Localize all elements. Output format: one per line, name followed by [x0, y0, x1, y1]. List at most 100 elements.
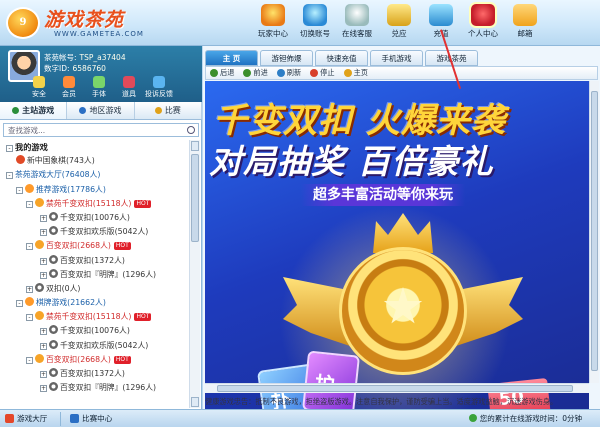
scroll-thumb[interactable]	[591, 91, 598, 371]
tab-mobile-games[interactable]: 手机游戏	[370, 50, 423, 66]
personal-center-button[interactable]: 个人中心	[462, 2, 504, 44]
scroll-thumb[interactable]	[191, 154, 199, 242]
tree-item[interactable]: + 百变双扣『明牌』(1296人)	[0, 268, 188, 282]
mail-icon	[513, 4, 537, 26]
online-status-icon	[468, 414, 477, 422]
collapse-toggle-icon[interactable]: -	[26, 200, 33, 208]
tree-item[interactable]: + 百变双扣(1372人)	[0, 254, 188, 268]
back-icon	[210, 69, 218, 77]
tree-item-label: 禁苑千变双扣(15118人)	[46, 312, 132, 322]
collapse-toggle-icon[interactable]: -	[6, 172, 13, 180]
tool-label: 玩家中心	[258, 29, 288, 38]
status-bar: 游戏大厅 比赛中心 您的累计在线游戏时间：0分钟	[0, 409, 600, 427]
expand-toggle-icon[interactable]: +	[40, 257, 47, 265]
tree-item[interactable]: - 百变双扣(2668人) HOT	[0, 353, 188, 367]
feedback-label: 投诉反馈	[145, 90, 173, 98]
recharge-button[interactable]: 充值	[420, 2, 462, 44]
promo-banner[interactable]: 千变双扣 火爆来袭 对局抽奖 百倍豪礼 超多丰富活动等你来玩 扑 护 50	[205, 81, 589, 427]
tree-scrollbar[interactable]	[189, 140, 200, 408]
tree-item[interactable]: + 双扣(0人)	[0, 282, 188, 296]
mail-button[interactable]: 邮箱	[504, 2, 546, 44]
tree-item[interactable]: + 千变双扣欢乐版(5042人)	[0, 225, 188, 239]
tab-region-games[interactable]: 地区游戏	[67, 102, 135, 119]
expand-toggle-icon[interactable]: +	[40, 328, 47, 336]
game-icon	[35, 353, 44, 363]
title-bar: 9 游戏茶苑 WWW.GAMETEA.COM 玩家中心 切换账号 在线客服 兑应…	[0, 0, 600, 46]
match-center-label: 比赛中心	[82, 414, 113, 423]
expand-toggle-icon[interactable]: +	[40, 371, 47, 378]
content-hscrollbar[interactable]	[205, 383, 589, 393]
tree-item[interactable]: - 我的游戏	[0, 140, 188, 154]
member-button[interactable]: 会员	[54, 76, 84, 99]
game-icon	[49, 325, 58, 335]
game-icon	[49, 339, 58, 349]
game-icon	[35, 197, 44, 207]
player-center-button[interactable]: 玩家中心	[252, 2, 294, 44]
tree-item[interactable]: - 禁苑千变双扣(15118人) HOT	[0, 197, 188, 211]
tab-game-news[interactable]: 游钽佈爆	[260, 50, 313, 66]
phone-label: 手体	[92, 90, 106, 98]
tree-item[interactable]: + 百变双扣『明牌』(1296人)	[0, 381, 188, 395]
tree-item[interactable]: - 百变双扣(2668人) HOT	[0, 239, 188, 253]
tree-item[interactable]: - 棋牌游戏(21662人)	[0, 296, 188, 310]
expand-toggle-icon[interactable]: +	[40, 229, 47, 237]
forward-button[interactable]: 前进	[243, 68, 268, 78]
expand-toggle-icon[interactable]: +	[40, 214, 47, 222]
logo-url: WWW.GAMETEA.COM	[54, 30, 144, 38]
banner-subheadline: 对局抽奖 百倍豪礼	[209, 142, 494, 181]
tree-item[interactable]: - 茶苑游戏大厅(76408人)	[0, 168, 188, 182]
tool-label: 在线客服	[342, 29, 372, 38]
browser-panel: 主 页 游钽佈爆 快速充值 手机游戏 游戏茶苑 后退 前进 刷新 停止 主页 千…	[203, 46, 600, 427]
tree-item[interactable]: 新中国象棋(743人)	[0, 154, 188, 168]
collapse-toggle-icon[interactable]: -	[6, 145, 13, 152]
collapse-toggle-icon[interactable]: -	[26, 314, 33, 322]
tree-item[interactable]: + 千变双扣欢乐版(5042人)	[0, 339, 188, 353]
expand-toggle-icon[interactable]: +	[40, 271, 47, 279]
game-hall-button[interactable]: 游戏大厅	[3, 412, 47, 426]
scroll-down-arrow[interactable]	[191, 397, 199, 407]
tree-item[interactable]: - 推荐游戏(17786人)	[0, 183, 188, 197]
expand-toggle-icon[interactable]: +	[40, 342, 47, 350]
game-icon	[49, 226, 58, 236]
expand-toggle-icon[interactable]: +	[40, 385, 47, 393]
game-icon	[35, 240, 44, 250]
stop-button[interactable]: 停止	[310, 68, 335, 78]
refresh-icon	[276, 69, 285, 77]
refresh-button[interactable]: 刷新	[276, 68, 301, 78]
safe-button[interactable]: 安全	[24, 76, 54, 99]
tree-item[interactable]: + 千变双扣(10076人)	[0, 211, 188, 225]
tab-home[interactable]: 主 页	[205, 50, 258, 66]
tree-item[interactable]: + 百变双扣(1372人)	[0, 367, 188, 381]
online-time: 您的累计在线游戏时间：0分钟	[468, 413, 582, 424]
tab-main-games[interactable]: 主站游戏	[0, 102, 68, 119]
game-search-input[interactable]: 查找游戏...	[3, 123, 199, 137]
collapse-toggle-icon[interactable]: -	[26, 243, 33, 251]
tab-match[interactable]: 比赛	[135, 102, 202, 119]
online-service-button[interactable]: 在线客服	[336, 2, 378, 44]
status-divider	[60, 412, 61, 426]
phone-button[interactable]: 手体	[84, 76, 114, 99]
exchange-button[interactable]: 兑应	[378, 2, 420, 44]
home-button[interactable]: 主页	[343, 68, 368, 78]
forward-icon	[243, 69, 252, 77]
match-center-button[interactable]: 比赛中心	[68, 412, 112, 426]
collapse-toggle-icon[interactable]: -	[16, 300, 23, 308]
search-icon[interactable]	[187, 126, 195, 134]
scroll-thumb[interactable]	[217, 385, 573, 392]
back-button[interactable]: 后退	[210, 68, 234, 78]
logo-text: 游戏茶苑	[44, 9, 125, 31]
switch-account-button[interactable]: 切换账号	[294, 2, 336, 44]
collapse-toggle-icon[interactable]: -	[26, 356, 33, 364]
scroll-up-arrow[interactable]	[191, 141, 199, 151]
content-vscrollbar[interactable]	[589, 81, 599, 383]
props-label: 道具	[122, 90, 136, 98]
feedback-button[interactable]: 投诉反馈	[144, 76, 174, 99]
search-placeholder: 查找游戏...	[8, 126, 46, 135]
tool-label: 切换账号	[300, 29, 330, 38]
collapse-toggle-icon[interactable]: -	[16, 186, 23, 194]
expand-toggle-icon[interactable]: +	[26, 285, 33, 293]
tree-item[interactable]: - 禁苑千变双扣(15118人) HOT	[0, 310, 188, 324]
tree-item[interactable]: + 千变双扣(10076人)	[0, 324, 188, 338]
tab-quick-recharge[interactable]: 快速充值	[315, 50, 368, 66]
props-button[interactable]: 道具	[114, 76, 144, 99]
